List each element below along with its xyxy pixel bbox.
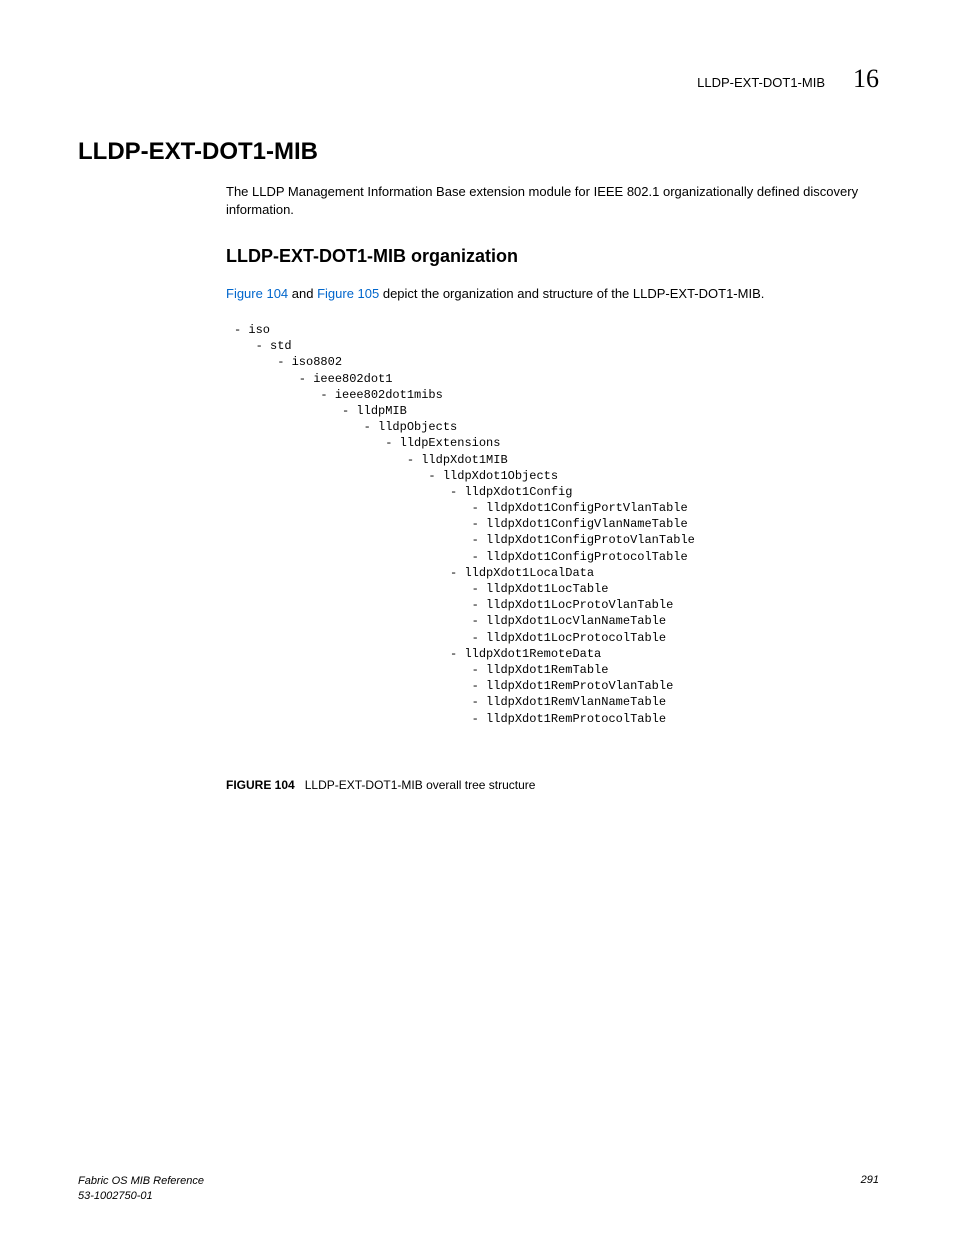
- footer-left: Fabric OS MIB Reference 53-1002750-01: [78, 1174, 879, 1203]
- intro-paragraph: The LLDP Management Information Base ext…: [226, 183, 877, 218]
- depict-suffix: depict the organization and structure of…: [379, 286, 764, 301]
- figure-caption: FIGURE 104 LLDP-EXT-DOT1-MIB overall tre…: [226, 778, 535, 792]
- sub-heading: LLDP-EXT-DOT1-MIB organization: [226, 246, 518, 267]
- chapter-number: 16: [853, 64, 879, 94]
- footer-doc-number: 53-1002750-01: [78, 1189, 879, 1203]
- depict-paragraph: Figure 104 and Figure 105 depict the org…: [226, 286, 764, 301]
- header-title: LLDP-EXT-DOT1-MIB: [697, 75, 825, 90]
- footer-doc-title: Fabric OS MIB Reference: [78, 1174, 879, 1188]
- figure-104-link[interactable]: Figure 104: [226, 286, 288, 301]
- figure-label: FIGURE 104: [226, 778, 295, 792]
- mib-tree-structure: - iso - std - iso8802 - ieee802dot1 - ie…: [234, 322, 695, 727]
- page-footer: Fabric OS MIB Reference 53-1002750-01 29…: [78, 1174, 879, 1203]
- page-header: LLDP-EXT-DOT1-MIB 16: [697, 64, 879, 94]
- figure-105-link[interactable]: Figure 105: [317, 286, 379, 301]
- figure-caption-text: LLDP-EXT-DOT1-MIB overall tree structure: [305, 778, 536, 792]
- footer-page-number: 291: [861, 1174, 879, 1186]
- main-heading: LLDP-EXT-DOT1-MIB: [78, 138, 318, 166]
- depict-mid: and: [288, 286, 317, 301]
